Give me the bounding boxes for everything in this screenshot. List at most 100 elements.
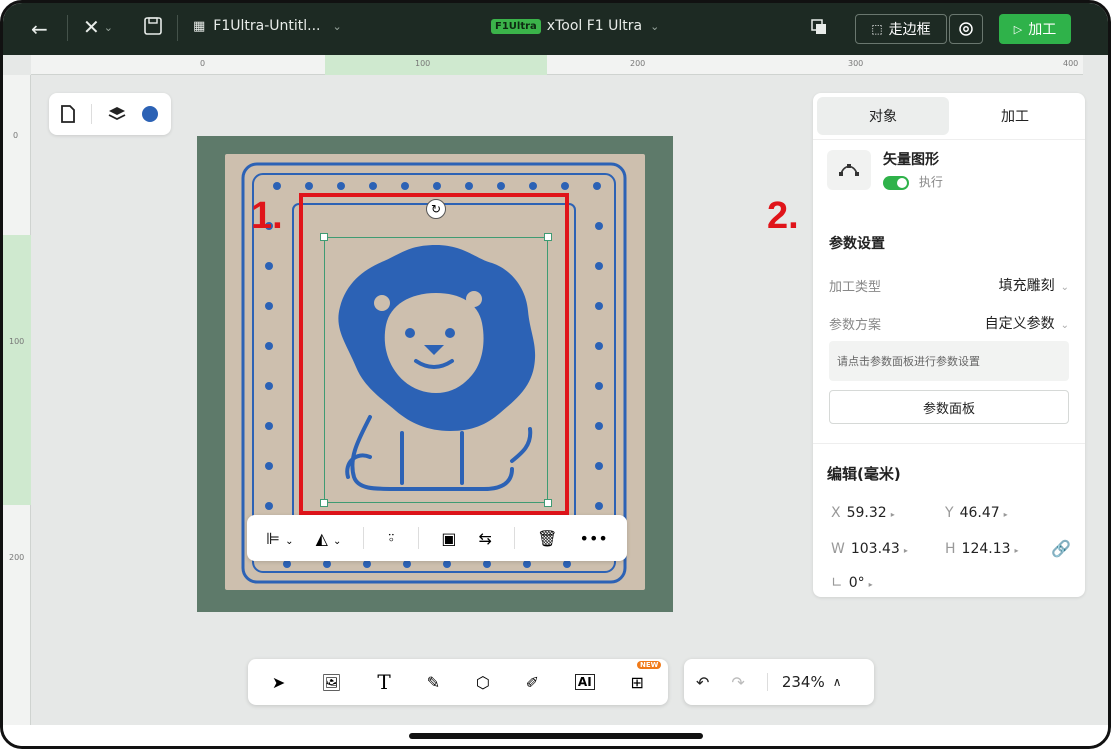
frame-button-label: 走边框 xyxy=(888,22,931,38)
text-tool-icon[interactable]: T xyxy=(377,670,390,694)
annotation-marker-2: 2. xyxy=(767,195,799,237)
save-icon[interactable] xyxy=(143,16,163,36)
divider xyxy=(177,15,178,41)
ruler-horizontal[interactable] xyxy=(31,55,1083,75)
param-panel-button[interactable]: 参数面板 xyxy=(829,390,1069,424)
y-field[interactable]: Y 46.47 ▸ xyxy=(945,505,1008,521)
w-field[interactable]: W 103.43 ▸ xyxy=(831,541,908,557)
image-tool-icon[interactable]: 🖼 xyxy=(321,673,341,692)
execute-toggle[interactable] xyxy=(883,175,909,190)
apps-tool-icon[interactable]: ⊞ xyxy=(631,673,644,692)
ruler-mark: 300 xyxy=(848,59,864,68)
lock-ratio-icon[interactable]: 🔗 xyxy=(1051,539,1071,558)
new-badge: NEW xyxy=(637,661,662,669)
ruler-mark: 100 xyxy=(9,337,25,346)
ruler-mark: 400 xyxy=(1063,59,1079,68)
process-button-label: 加工 xyxy=(1028,22,1057,38)
param-scheme-value: 自定义参数 xyxy=(984,316,1055,332)
annotation-box-1 xyxy=(299,193,569,515)
settings-button[interactable] xyxy=(949,14,983,44)
zoom-control[interactable]: 234% ∧ xyxy=(766,673,842,691)
redo-icon[interactable]: ↷ xyxy=(731,673,744,692)
play-icon: ▷ xyxy=(1013,22,1023,36)
draw-tool-icon[interactable]: ✐ xyxy=(526,673,539,692)
vector-path-icon xyxy=(827,149,871,190)
chevron-down-icon: ⌄ xyxy=(1060,282,1069,293)
gear-icon xyxy=(959,22,973,36)
delete-icon[interactable]: 🗑 xyxy=(537,529,557,548)
align-icon[interactable]: ⊫ ⌄ xyxy=(266,529,293,548)
chevron-down-icon: ⌄ xyxy=(103,20,113,34)
ruler-mark: 0 xyxy=(13,131,19,140)
chevron-down-icon: ⌄ xyxy=(650,19,660,33)
tab-process[interactable]: 加工 xyxy=(949,97,1081,135)
ai-tool-icon[interactable]: AI xyxy=(574,674,595,690)
divider xyxy=(813,139,1085,140)
tab-object[interactable]: 对象 xyxy=(817,97,949,135)
ruler-mark: 200 xyxy=(630,59,646,68)
frame-button[interactable]: ⬚ 走边框 xyxy=(855,14,947,44)
chevron-down-icon: ⌄ xyxy=(332,19,342,33)
group-icon[interactable]: ▣ xyxy=(441,529,456,548)
ruler-mark: 200 xyxy=(9,553,25,562)
ruler-highlight xyxy=(3,235,31,505)
back-arrow-icon[interactable]: ← xyxy=(31,17,48,41)
zoom-value: 234% xyxy=(781,673,825,691)
shape-tool-icon[interactable]: ⬡ xyxy=(476,673,490,692)
panel-tabs: 对象 加工 xyxy=(817,97,1081,135)
divider xyxy=(67,15,68,41)
top-bar: ← ✕ ⌄ ▦ F1Ultra-Untitl... ⌄ F1Ultra xTool… xyxy=(3,3,1108,55)
grid-icon: ▦ xyxy=(193,18,206,34)
device-name: xTool F1 Ultra xyxy=(546,18,643,34)
more-icon[interactable]: ••• xyxy=(580,529,608,548)
param-section-title: 参数设置 xyxy=(829,236,885,252)
ruler-mark: 100 xyxy=(415,59,431,68)
dashed-square-icon: ⬚ xyxy=(871,22,883,36)
object-info: 矢量图形 执行 xyxy=(827,149,943,190)
undo-icon[interactable]: ↶ xyxy=(696,673,709,692)
process-type-label: 加工类型 xyxy=(829,279,882,295)
process-type-value: 填充雕刻 xyxy=(998,278,1055,294)
canvas-quick-tools xyxy=(49,93,171,135)
select-tool-icon[interactable]: ➤ xyxy=(272,673,285,692)
angle-field[interactable]: ∟ 0° ▸ xyxy=(831,575,873,591)
execute-label: 执行 xyxy=(918,175,943,189)
creation-toolbar: ➤ 🖼 T ✎ ⬡ ✐ AI ⊞ xyxy=(248,659,668,705)
chevron-up-icon: ∧ xyxy=(832,675,842,689)
selection-toolbar: ⊫ ⌄ ◭ ⌄ ⍤ ▣ ⇆ 🗑 ••• xyxy=(247,515,627,561)
x-field[interactable]: X 59.32 ▸ xyxy=(831,505,895,521)
param-scheme-row[interactable]: 参数方案 自定义参数 ⌄ xyxy=(829,313,1069,333)
angle-icon: ∟ xyxy=(831,575,843,591)
divider xyxy=(514,527,516,549)
ruler-mark: 0 xyxy=(200,59,206,68)
history-zoom-bar: ↶ ↷ 234% ∧ xyxy=(684,659,874,705)
color-dot-icon[interactable] xyxy=(142,106,158,122)
device-selector[interactable]: F1Ultra xTool F1 Ultra ⌄ xyxy=(491,18,659,34)
edit-title: 编辑(毫米) xyxy=(827,465,901,483)
pen-tool-icon[interactable]: ✎ xyxy=(427,673,440,692)
project-title: F1Ultra-Untitl... xyxy=(213,18,321,34)
app-window: ← ✕ ⌄ ▦ F1Ultra-Untitl... ⌄ F1Ultra xTool… xyxy=(0,0,1111,749)
app-logo-menu[interactable]: ✕ ⌄ xyxy=(83,15,113,39)
divider xyxy=(363,527,365,549)
new-file-icon[interactable] xyxy=(61,105,75,123)
annotation-marker-1: 1. xyxy=(251,195,283,237)
object-type: 矢量图形 xyxy=(883,152,939,168)
path-edit-icon[interactable]: ⍤ xyxy=(387,528,397,548)
device-badge: F1Ultra xyxy=(491,18,541,34)
project-selector[interactable]: ▦ F1Ultra-Untitl... ⌄ xyxy=(193,18,342,34)
home-indicator xyxy=(409,733,703,739)
divider xyxy=(91,104,92,124)
flip-icon[interactable]: ◭ ⌄ xyxy=(316,529,342,548)
divider xyxy=(418,527,420,549)
param-scheme-label: 参数方案 xyxy=(829,317,882,333)
process-button[interactable]: ▷ 加工 xyxy=(999,14,1071,44)
process-type-row[interactable]: 加工类型 填充雕刻 ⌄ xyxy=(829,275,1069,295)
copy-layers-icon[interactable] xyxy=(809,17,829,37)
h-field[interactable]: H 124.13 ▸ xyxy=(945,541,1019,557)
swap-icon[interactable]: ⇆ xyxy=(479,529,492,548)
properties-panel: 对象 加工 矢量图形 执行 参数设置 加工类型 填充雕刻 ⌄ 参数方案 自定义参数… xyxy=(813,93,1085,597)
layers-icon[interactable] xyxy=(108,106,126,122)
divider xyxy=(813,443,1085,444)
param-hint: 请点击参数面板进行参数设置 xyxy=(829,341,1069,381)
